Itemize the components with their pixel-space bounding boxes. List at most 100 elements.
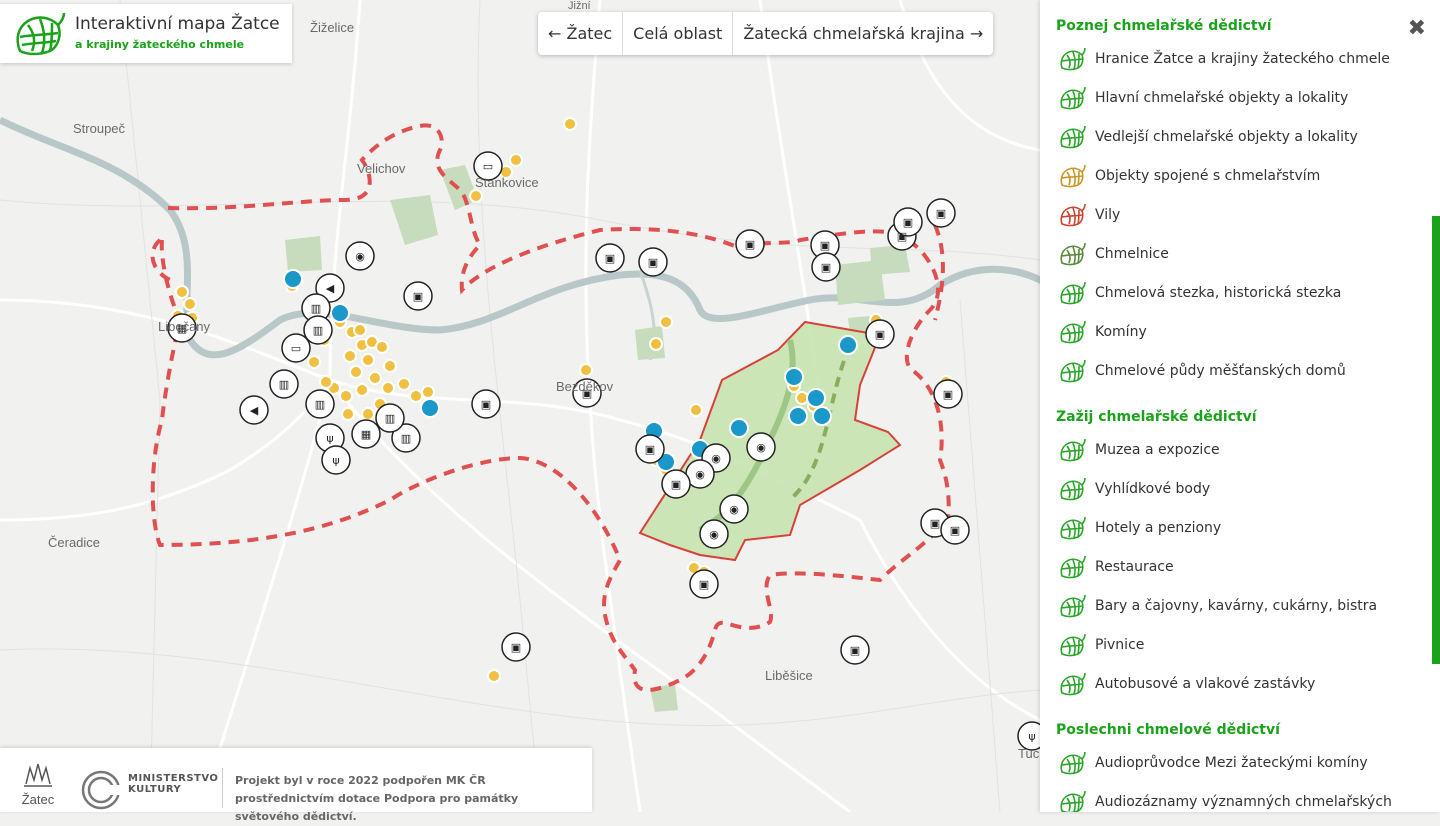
funding-text: Projekt byl v roce 2022 podpořen MK ČR p… [235,774,519,823]
layer-toggle-item[interactable]: Chmelová stezka, historická stezka [1058,280,1341,306]
layer-toggle-item[interactable]: Komíny [1058,319,1147,345]
layer-toggle-item[interactable]: Hlavní chmelařské objekty a lokality [1058,85,1348,111]
layer-label: Audioprůvodce Mezi žateckými komíny [1095,755,1368,771]
place-label: Čeradice [48,535,101,550]
place-label: Velichov [357,161,406,176]
hop-icon [1058,789,1086,812]
app-header: Interaktivní mapa Žatce a krajiny žateck… [0,4,292,63]
ministry-logo-icon [81,770,122,810]
layer-toggle-item[interactable]: Chmelnice [1058,241,1169,267]
footer-credits: Žatec MINISTERSTVO KULTURY Projekt byl v… [0,748,592,823]
place-label: Bezděkov [556,379,614,394]
svg-text:▥: ▥ [385,412,395,425]
hop-icon [1058,358,1086,384]
whole-area-button[interactable]: Celá oblast [623,12,734,55]
place-label: Stroupeč [73,121,126,136]
hop-icon [1058,46,1086,72]
hop-icon [1058,554,1086,580]
svg-text:▣: ▣ [821,261,831,274]
svg-text:◀: ◀ [326,282,335,295]
layer-label: Hotely a penziony [1095,520,1222,536]
layer-label: Bary a čajovny, kavárny, cukárny, bistra [1095,598,1378,614]
svg-text:▣: ▣ [605,252,615,265]
svg-text:▣: ▣ [820,239,830,252]
place-label: Žiželice [310,20,355,35]
svg-text:ψ: ψ [326,432,333,445]
hop-icon [1058,476,1086,502]
close-icon[interactable]: ✖ [1408,16,1426,41]
layer-toggle-item[interactable]: Vyhlídkové body [1058,476,1210,502]
layer-label: Vyhlídkové body [1095,481,1211,497]
svg-text:◉: ◉ [709,528,719,541]
app-title: Interaktivní mapa Žatce [75,14,280,34]
layer-toggle-item[interactable]: Vedlejší chmelařské objekty a lokality [1058,124,1358,150]
sidebar-scrollbar[interactable] [1432,216,1440,664]
ministry-line-2: KULTURY [128,784,182,795]
layer-toggle-item[interactable]: Restaurace [1058,554,1174,580]
footer-logo-text: Žatec [22,792,55,807]
layer-toggle-item[interactable]: Bary a čajovny, kavárny, cukárny, bistra [1058,593,1377,619]
divider [222,768,223,808]
next-area-button[interactable]: Žatecká chmelařská krajina → [733,12,993,55]
svg-text:▣: ▣ [648,256,658,269]
hop-icon [1058,163,1086,189]
layer-label: Hranice Žatce a krajiny žateckého chmele [1095,51,1390,67]
hop-icon [1058,280,1086,306]
layer-label: Komíny [1095,324,1147,340]
prev-area-button[interactable]: ← Žatec [538,12,624,55]
hop-icon [1058,671,1086,697]
layers-sidebar: ✖ Poznej chmelařské dědictví Hranice Žatc… [1040,0,1440,812]
svg-text:▣: ▣ [936,207,946,220]
svg-text:▣: ▣ [671,478,681,491]
layer-label: Chmelová stezka, historická stezka [1095,285,1342,301]
hop-logo-icon [16,12,66,56]
layer-label: Vedlejší chmelařské objekty a lokality [1095,129,1358,145]
layer-label: Hlavní chmelařské objekty a lokality [1095,90,1349,106]
hop-icon [1058,632,1086,658]
layer-toggle-item[interactable]: Hotely a penziony [1058,515,1221,541]
svg-text:▣: ▣ [930,517,940,530]
layer-label: Vily [1095,207,1121,223]
svg-text:▣: ▣ [645,443,655,456]
place-label: Jižní [568,0,591,12]
layer-label: Restaurace [1095,559,1174,575]
svg-text:▥: ▥ [311,302,321,315]
layer-label: Autobusové a vlakové zastávky [1095,676,1316,692]
svg-text:▣: ▣ [903,216,913,229]
layer-toggle-item[interactable]: Objekty spojené s chmelařstvím [1058,163,1320,189]
svg-text:ψ: ψ [1028,730,1035,743]
svg-text:◉: ◉ [711,452,721,465]
svg-text:▣: ▣ [511,641,521,654]
layer-toggle-item[interactable]: Audioprůvodce Mezi žateckými komíny [1058,750,1368,776]
svg-text:▥: ▥ [279,378,289,391]
section-title: Poslechni chmelové dědictví [1056,722,1280,738]
hop-icon [1058,750,1086,776]
layer-label: Audiozáznamy významných chmelařských [1095,794,1392,810]
layer-toggle-item[interactable]: Audiozáznamy významných chmelařských [1058,789,1392,812]
layer-toggle-item[interactable]: Pivnice [1058,632,1144,658]
svg-text:▣: ▣ [897,230,907,243]
layer-toggle-item[interactable]: Muzea a expozice [1058,437,1220,463]
svg-text:◀: ◀ [250,404,259,417]
svg-text:▣: ▣ [745,238,755,251]
svg-text:▣: ▣ [943,388,953,401]
place-label: Liběšice [765,668,813,683]
ministry-line-1: MINISTERSTVO [128,773,219,784]
svg-text:▣: ▣ [481,398,491,411]
svg-text:▣: ▣ [413,290,423,303]
layer-toggle-item[interactable]: Hranice Žatce a krajiny žateckého chmele [1058,46,1390,72]
hop-icon [1058,241,1086,267]
svg-text:▥: ▥ [401,432,411,445]
layer-toggle-item[interactable]: Chmelové půdy měšťanských domů [1058,358,1346,384]
area-nav: ← Žatec Celá oblast Žatecká chmelařská k… [538,12,994,55]
hop-icon [1058,437,1086,463]
section-title: Poznej chmelařské dědictví [1056,18,1272,34]
svg-text:▦: ▦ [361,428,371,441]
layer-toggle-item[interactable]: Vily [1058,202,1120,228]
section-title: Zažij chmelařské dědictví [1056,409,1257,425]
svg-text:▭: ▭ [291,342,301,355]
hop-icon [1058,515,1086,541]
svg-text:◉: ◉ [756,441,766,454]
svg-text:◉: ◉ [355,250,365,263]
layer-toggle-item[interactable]: Autobusové a vlakové zastávky [1058,671,1315,697]
